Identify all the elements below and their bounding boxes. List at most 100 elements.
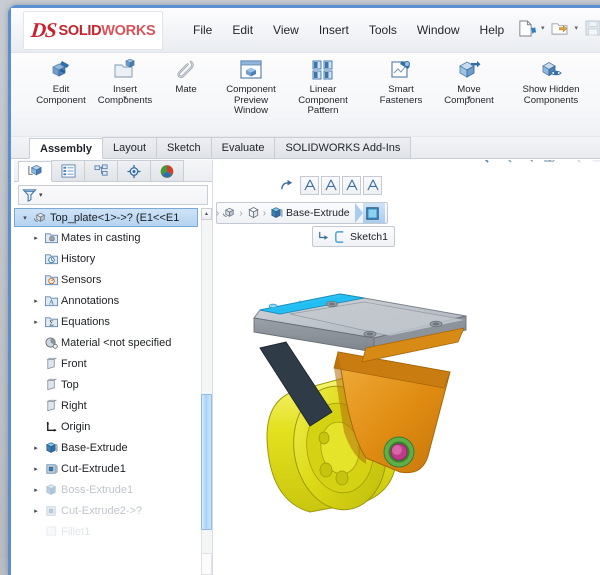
axle-hub [384, 437, 414, 467]
ribbon-smart-fasteners-label: Smart Fasteners [369, 85, 433, 106]
tab-layout[interactable]: Layout [102, 137, 157, 158]
tree-item-material[interactable]: ▸ Material <not specified [14, 332, 212, 353]
menu-insert[interactable]: Insert [309, 19, 359, 41]
ribbon-move-component-caret[interactable]: ▾ [467, 94, 471, 102]
ribbon-linear-component-pattern[interactable]: Linear Component Pattern ▾ [287, 53, 359, 117]
tree-item-equations[interactable]: ▸ Σ Equations [14, 311, 212, 332]
tree-item-base-extrude[interactable]: ▸ Base-Extrude [14, 437, 212, 458]
breadcrumb-selected-face[interactable] [363, 203, 385, 223]
feature-tree-filter[interactable]: ▾ [18, 185, 208, 205]
tree-item-mates-in-casting[interactable]: ▸ Mates in casting [14, 227, 212, 248]
ribbon-mate[interactable]: Mate [157, 53, 215, 96]
sketch-relation-icon[interactable] [300, 176, 319, 195]
tree-item-origin-label: Origin [61, 421, 90, 433]
plane-icon [42, 357, 61, 371]
new-document-icon[interactable] [515, 16, 537, 40]
tree-item-fillet1[interactable]: ▸ Fillet1 [14, 521, 212, 542]
extrude-feature-icon [42, 483, 61, 497]
sketch-relation-icon[interactable] [342, 176, 361, 195]
tab-assembly[interactable]: Assembly [29, 138, 103, 159]
jump-to-icon[interactable] [279, 177, 295, 195]
scrollbar-thumb[interactable] [201, 394, 212, 530]
tree-item-sensors[interactable]: ▸ Sensors [14, 269, 212, 290]
scrollbar-bottom-box[interactable] [201, 553, 212, 575]
menu-view[interactable]: View [263, 19, 309, 41]
command-manager-tabs: Assembly Layout Sketch Evaluate SOLIDWOR… [11, 137, 600, 159]
display-style-icon[interactable] [587, 160, 600, 165]
breadcrumb-item-base-extrude-label: Base-Extrude [286, 207, 352, 219]
filter-caret-icon[interactable]: ▾ [39, 191, 43, 199]
tab-solidworks-add-ins[interactable]: SOLIDWORKS Add-Ins [274, 137, 411, 158]
panel-tab-feature-manager[interactable] [18, 161, 52, 182]
extrude-feature-icon [269, 206, 284, 220]
ribbon-linear-component-pattern-caret[interactable]: ▾ [321, 105, 325, 113]
fillet-feature-icon [42, 525, 61, 539]
filter-funnel-icon [22, 188, 37, 202]
tree-item-annotations[interactable]: ▸ A Annotations [14, 290, 212, 311]
ribbon-smart-fasteners[interactable]: Smart Fasteners [369, 53, 433, 106]
open-folder-icon[interactable] [548, 16, 570, 40]
save-icon[interactable] [582, 16, 600, 40]
menu-tools[interactable]: Tools [359, 19, 407, 41]
section-view-icon[interactable] [541, 160, 560, 165]
panel-tab-display-manager[interactable] [150, 160, 184, 181]
menu-help[interactable]: Help [470, 19, 515, 41]
breadcrumb-item-base-extrude[interactable]: Base-Extrude [265, 203, 355, 223]
ribbon-insert-components-caret[interactable]: ▾ [123, 94, 127, 102]
tree-caret-right-icon[interactable]: ▸ [30, 444, 42, 452]
solidworks-logo: DS SOLIDWORKS [23, 11, 163, 50]
tree-caret-right-icon[interactable]: ▸ [30, 234, 42, 242]
svg-text:A: A [49, 297, 55, 306]
breadcrumb-item-assembly[interactable] [218, 203, 240, 223]
tab-sketch[interactable]: Sketch [156, 137, 212, 158]
sketch-breadcrumb-chip[interactable]: Sketch1 [312, 226, 395, 247]
tree-item-history[interactable]: ▸ History [14, 248, 212, 269]
panel-tab-property-manager[interactable] [51, 160, 85, 181]
menu-window[interactable]: Window [407, 19, 470, 41]
tree-item-top-plane[interactable]: ▸ Top [14, 374, 212, 395]
ribbon-move-component[interactable]: Move Component ▾ [433, 53, 505, 106]
tab-evaluate[interactable]: Evaluate [211, 137, 276, 158]
tree-item-front-plane[interactable]: ▸ Front [14, 353, 212, 374]
tree-item-origin[interactable]: ▸ Origin [14, 416, 212, 437]
breadcrumb-item-body[interactable] [242, 203, 264, 223]
ribbon-edit-component-label: Edit Component [29, 85, 93, 106]
tree-caret-right-icon[interactable]: ▸ [30, 507, 42, 515]
ribbon-insert-components[interactable]: Insert Components ▾ [93, 53, 157, 106]
feature-tree-scrollbar[interactable]: ▲ [201, 208, 212, 575]
tree-caret-placeholder: ▸ [30, 528, 42, 536]
ribbon-component-preview-window[interactable]: Component Preview Window [215, 53, 287, 117]
tree-item-fillet1-label: Fillet1 [61, 526, 90, 538]
sketch-icon [333, 230, 347, 244]
menu-edit[interactable]: Edit [222, 19, 263, 41]
zoom-to-area-icon[interactable] [495, 160, 514, 165]
new-document-caret[interactable]: ▾ [539, 24, 547, 32]
ribbon-edit-component[interactable]: Edit Component [29, 53, 93, 106]
tree-item-boss-extrude1[interactable]: ▸ Boss-Extrude1 [14, 479, 212, 500]
ribbon-show-hidden-components[interactable]: Show Hidden Components [515, 53, 587, 106]
quick-access-toolbar: ▾ ▾ [515, 16, 600, 40]
tree-caret-right-icon[interactable]: ▸ [30, 486, 42, 494]
sketch-relation-icon[interactable] [321, 176, 340, 195]
tree-item-right-plane[interactable]: ▸ Right [14, 395, 212, 416]
tree-item-cut-extrude1[interactable]: ▸ Cut-Extrude1 [14, 458, 212, 479]
tree-caret-right-icon[interactable]: ▸ [30, 465, 42, 473]
graphics-viewport[interactable]: › › › Base-Extrude [214, 160, 600, 575]
scrollbar-up-arrow[interactable]: ▲ [201, 208, 212, 220]
panel-tab-dimxpert-manager[interactable] [117, 160, 151, 181]
zoom-to-fit-icon[interactable] [472, 160, 491, 165]
previous-view-icon[interactable] [518, 160, 537, 165]
show-hidden-components-icon [539, 57, 563, 83]
menu-file[interactable]: File [183, 19, 222, 41]
tree-caret-right-icon[interactable]: ▸ [30, 297, 42, 305]
tree-caret-down-icon[interactable]: ▾ [19, 214, 31, 222]
tree-caret-right-icon[interactable]: ▸ [30, 318, 42, 326]
tree-item-cut-extrude2[interactable]: ▸ Cut-Extrude2->? [14, 500, 212, 521]
view-orientation-icon[interactable] [564, 160, 583, 165]
panel-tab-configuration-manager[interactable] [84, 160, 118, 181]
property-manager-icon [61, 164, 76, 178]
tree-item-top-plate[interactable]: ▾ Top_plate<1>->? (E1<<E1 [14, 208, 198, 227]
sketch-relation-icon[interactable] [363, 176, 382, 195]
open-folder-caret[interactable]: ▾ [572, 24, 580, 32]
caster-wheel-assembly-model[interactable] [214, 280, 514, 520]
